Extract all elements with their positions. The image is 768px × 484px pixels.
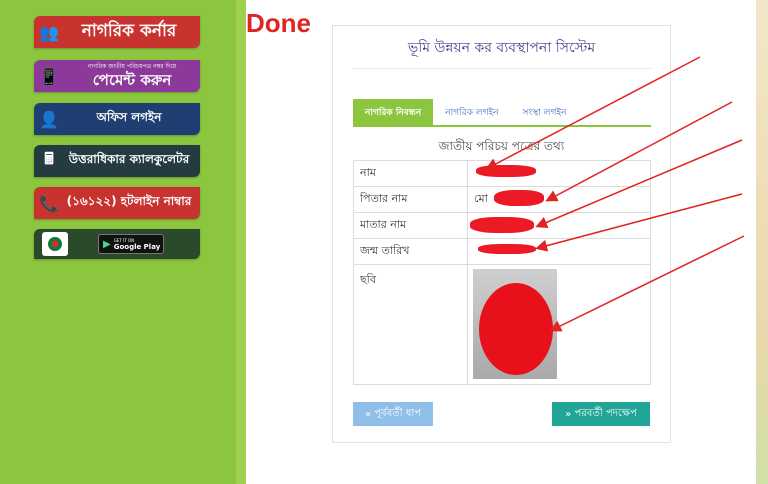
photo-cell (467, 264, 651, 385)
tab-citizen-registration[interactable]: নাগরিক নিবন্ধন (353, 99, 434, 125)
people-icon: 👥 (39, 22, 59, 42)
name-redaction (476, 165, 536, 177)
tab-bar: নাগরিক নিবন্ধন নাগরিক লগইন সংস্থা লগইন (353, 99, 651, 127)
hotline-button[interactable]: 📞 (১৬১২২) হটলাইন নাম্বার (34, 187, 200, 219)
page-title: ভূমি উন্নয়ন কর ব্যবস্থাপনা সিস্টেম (407, 40, 596, 56)
office-login-label: অফিস লগইন (96, 110, 162, 124)
table-row: ছবি (353, 264, 651, 385)
user-lock-icon: 👤 (39, 109, 59, 129)
previous-step-label: পূর্ববর্তী ধাপ (374, 407, 422, 419)
double-chevron-right-icon: » (565, 408, 575, 420)
next-step-button[interactable]: » পরবর্তী পদক্ষেপ (552, 402, 650, 426)
title-divider (353, 68, 651, 69)
mobile-payment-icon: 📱 (39, 66, 59, 86)
gplay-bottom-text: Google Play (113, 243, 161, 251)
tab-citizen-login[interactable]: নাগরিক লগইন (433, 99, 510, 125)
payment-label: পেমেন্ট করুন (92, 71, 172, 89)
done-annotation: Done (246, 8, 311, 38)
app-logo-icon[interactable] (42, 232, 68, 256)
birth-date-redaction (478, 244, 536, 254)
hotline-label: (১৬১২২) হটলাইন নাম্বার (66, 194, 192, 208)
tab-organization-login[interactable]: সংস্থা লগইন (511, 99, 579, 125)
photo-label: ছবি (353, 264, 468, 385)
birth-date-label: জন্ম তারিখ (353, 238, 468, 265)
double-chevron-left-icon: « (364, 408, 375, 420)
google-play-badge[interactable]: ▶ GET IT ON Google Play (98, 234, 164, 254)
nid-info-heading: জাতীয় পরিচয় পত্রের তথ্য (438, 139, 565, 153)
play-store-icon: ▶ (103, 238, 111, 250)
next-step-label: পরবর্তী পদক্ষেপ (574, 407, 637, 419)
person-photo (473, 269, 557, 379)
payment-subtitle: নাগরিক জাতীয় পরিচয়পত্র নম্বর দিয়ে (87, 63, 177, 70)
father-name-redaction (494, 190, 544, 206)
sidebar-stripe (236, 0, 246, 484)
office-login-button[interactable]: 👤 অফিস লগইন (34, 103, 200, 135)
mother-name-redaction (470, 217, 534, 233)
calculator-icon: 🖩 (44, 148, 54, 168)
phone-icon: 📞 (39, 193, 59, 213)
photo-redaction (479, 283, 553, 375)
father-name-label: পিতার নাম (353, 186, 468, 213)
background-landscape (756, 0, 768, 484)
app-download-bar: ▶ GET IT ON Google Play (34, 229, 200, 259)
name-label: নাম (353, 160, 468, 187)
calculator-label: উত্তরাধিকার ক্যালকুলেটর (68, 152, 190, 166)
citizen-corner-button[interactable]: 👥 নাগরিক কর্নার (34, 16, 200, 48)
citizen-corner-label: নাগরিক কর্নার (81, 21, 177, 41)
payment-button[interactable]: 📱 নাগরিক জাতীয় পরিচয়পত্র নম্বর দিয়ে প… (34, 60, 200, 92)
inheritance-calculator-button[interactable]: 🖩 উত্তরাধিকার ক্যালকুলেটর (34, 145, 200, 177)
mother-name-label: মাতার নাম (353, 212, 468, 239)
previous-step-button[interactable]: « পূর্ববর্তী ধাপ (353, 402, 433, 426)
registration-card: ভূমি উন্নয়ন কর ব্যবস্থাপনা সিস্টেম নাগর… (332, 25, 671, 443)
